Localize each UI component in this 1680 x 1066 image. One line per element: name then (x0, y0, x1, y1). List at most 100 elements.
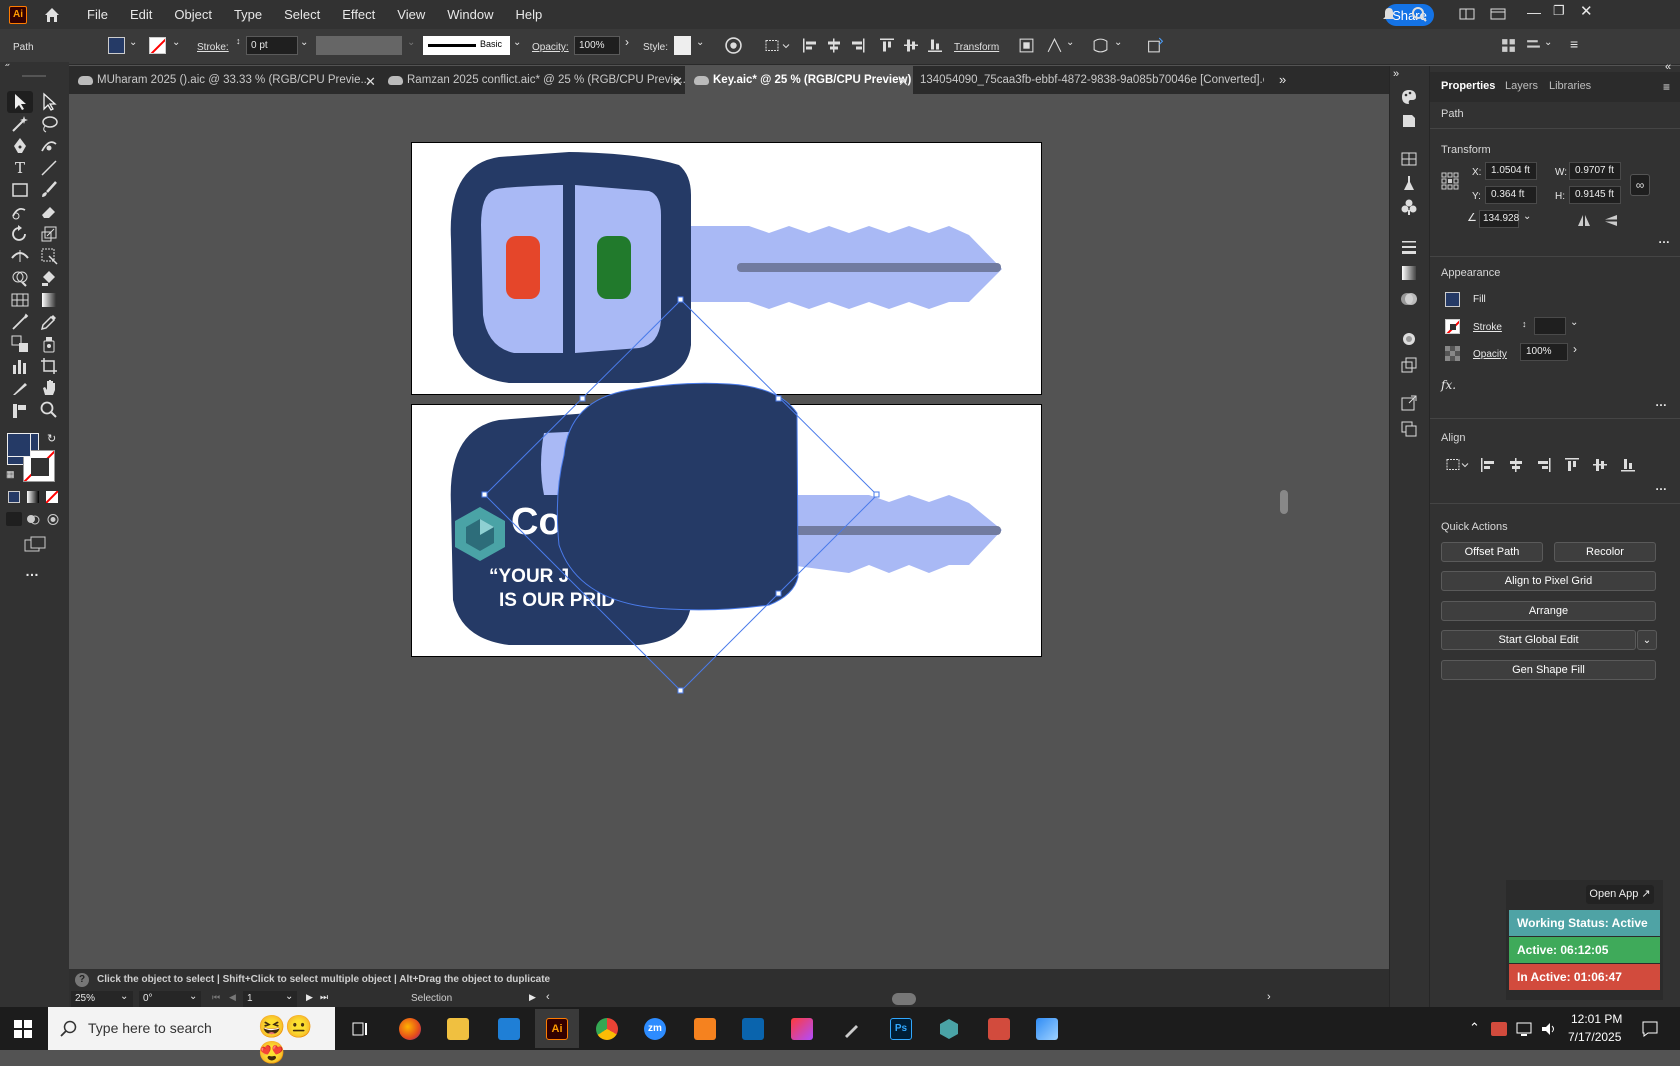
fill-color-front[interactable] (7, 433, 31, 457)
align-to-selection-icon[interactable] (764, 37, 792, 54)
tab-close-icon[interactable]: ✕ (365, 74, 376, 90)
blend-tool-icon[interactable] (10, 334, 30, 354)
color-panel-icon[interactable] (1400, 88, 1418, 106)
panel-align-right-icon[interactable] (1536, 457, 1552, 473)
hex-app-icon[interactable] (938, 1018, 960, 1040)
direct-selection-tool-icon[interactable] (39, 92, 59, 112)
export-icon[interactable] (1400, 394, 1418, 412)
handle-top[interactable] (677, 296, 684, 303)
show-hidden-icons[interactable]: ⌃ (1469, 1020, 1480, 1036)
first-artboard-icon[interactable]: ⏮ (212, 992, 220, 1003)
arrange-documents-icon[interactable] (1490, 6, 1506, 22)
notification-center-icon[interactable] (1641, 1020, 1659, 1038)
style-chevron-icon[interactable]: ⌄ (696, 37, 704, 48)
align-more-icon[interactable]: … (1655, 479, 1667, 493)
tab-properties[interactable]: Properties (1441, 80, 1495, 92)
stroke-panel-icon[interactable] (1400, 238, 1418, 256)
width-tool-icon[interactable] (10, 246, 30, 266)
horizontal-scroll-thumb[interactable] (892, 993, 916, 1005)
tab-close-icon[interactable]: ✕ (898, 74, 909, 90)
stroke-weight-chevron-icon[interactable]: ⌄ (300, 37, 308, 48)
height-input[interactable]: 0.9145 ft (1569, 186, 1621, 204)
stroke-dropdown-chevron-icon[interactable]: ⌄ (172, 37, 180, 48)
align-bottom-icon[interactable] (927, 37, 943, 54)
free-transform-tool-icon[interactable] (39, 246, 59, 266)
handle-bottom-right[interactable] (775, 590, 782, 597)
swap-fill-stroke-icon[interactable]: ↻ (47, 432, 56, 445)
angle-chevron-icon[interactable]: ⌄ (1523, 211, 1531, 222)
lasso-tool-icon[interactable] (39, 114, 59, 134)
help-icon[interactable]: ? (75, 973, 89, 987)
start-global-edit-button[interactable]: Start Global Edit (1441, 630, 1636, 650)
appearance-stroke-chevron-icon[interactable]: ⌄ (1570, 317, 1578, 328)
envelope-distort-icon[interactable] (1092, 37, 1109, 54)
tab-layers[interactable]: Layers (1505, 80, 1538, 92)
align-left-icon[interactable] (802, 37, 818, 54)
perspective-grid-icon[interactable] (10, 290, 30, 310)
clock-time[interactable]: 12:01 PM (1571, 1012, 1622, 1026)
recolor-artwork-icon[interactable] (725, 37, 742, 54)
x-position-input[interactable]: 1.0504 ft (1485, 162, 1537, 180)
puppet-warp-icon[interactable] (1046, 37, 1063, 54)
variable-width-profile[interactable] (316, 36, 402, 55)
rectangle-tool-icon[interactable] (10, 180, 30, 200)
align-right-icon[interactable] (850, 37, 866, 54)
zoom-chevron-icon[interactable]: ⌄ (120, 991, 128, 1002)
offset-path-button[interactable]: Offset Path (1441, 542, 1543, 562)
panel-menu-icon[interactable]: ≡ (1663, 80, 1670, 94)
panel-options-icon[interactable] (1525, 37, 1542, 54)
minimize-button[interactable]: — (1527, 4, 1541, 20)
appearance-fill-swatch[interactable] (1445, 292, 1460, 307)
symbol-sprayer-icon[interactable] (39, 334, 59, 354)
stroke-label[interactable]: Stroke: (197, 42, 229, 53)
symbols-icon[interactable] (1400, 198, 1418, 216)
open-app-button[interactable]: Open App ↗ (1586, 885, 1654, 904)
selected-path-shape[interactable] (556, 382, 799, 611)
align-center-icon[interactable] (826, 37, 842, 54)
eyedropper-tool-icon[interactable] (39, 312, 59, 332)
flip-horizontal-icon[interactable] (1577, 214, 1591, 227)
type-tool-icon[interactable]: T (10, 158, 30, 178)
scroll-right-icon[interactable]: › (1267, 991, 1271, 1003)
snipping-app-icon[interactable] (988, 1018, 1010, 1040)
profile-chevron-icon[interactable]: ⌄ (407, 37, 415, 48)
pen-app-icon[interactable] (842, 1019, 862, 1039)
restore-button[interactable]: ❐ (1553, 3, 1565, 19)
stroke-stepper-icon[interactable]: ↕ (236, 36, 241, 46)
align-middle-icon[interactable] (903, 37, 919, 54)
curvature-tool-icon[interactable] (39, 136, 59, 156)
distort-chevron-icon[interactable]: ⌄ (1114, 37, 1122, 48)
align-to-pixel-grid-button[interactable]: Align to Pixel Grid (1441, 571, 1656, 591)
constrain-proportions-icon[interactable]: ∞ (1630, 174, 1650, 196)
opacity-label[interactable]: Opacity: (532, 42, 569, 53)
appearance-panel-icon[interactable] (1400, 330, 1418, 348)
gradient-tool-icon[interactable] (39, 290, 59, 310)
photoshop-icon[interactable]: Ps (890, 1018, 912, 1040)
appearance-stroke-swatch[interactable] (1445, 319, 1460, 334)
handle-right[interactable] (873, 491, 880, 498)
scroll-left-icon[interactable]: ‹ (546, 991, 550, 1003)
brush-definition[interactable]: Basic (423, 36, 510, 55)
tab-key-active[interactable]: Key.aic* @ 25 % (RGB/CPU Preview) (685, 66, 913, 94)
stroke-link[interactable]: Stroke (1473, 322, 1502, 333)
shaper-tool-icon[interactable] (10, 202, 30, 222)
tab-libraries[interactable]: Libraries (1549, 80, 1591, 92)
artboards-panel-icon[interactable] (1400, 420, 1418, 438)
hand-tool-icon[interactable] (39, 378, 59, 398)
fx-effects-icon[interactable]: fx. (1441, 378, 1456, 392)
graphic-styles-icon[interactable] (1400, 356, 1418, 374)
close-window-button[interactable]: ✕ (1580, 2, 1593, 20)
more-tabs-icon[interactable]: » (1279, 72, 1286, 87)
taskbar-search-box[interactable]: Type here to search 😆😐😍 (48, 1007, 335, 1065)
color-guide-icon[interactable] (1400, 112, 1418, 130)
selection-tool-icon[interactable] (10, 92, 30, 112)
menu-object[interactable]: Object (174, 7, 212, 22)
rotate-view-tool-icon[interactable] (10, 400, 30, 420)
zoom-tool-icon[interactable] (39, 400, 59, 420)
artboard-chevron-icon[interactable]: ⌄ (285, 991, 293, 1002)
illustrator-taskbar-icon[interactable]: Ai (546, 1018, 568, 1040)
canvas[interactable]: Co “YOUR J IS OUR PRID (69, 95, 1369, 913)
workspace-icon[interactable] (1459, 6, 1475, 22)
tab-close-icon[interactable]: ✕ (672, 74, 683, 90)
tab-ramzan[interactable]: Ramzan 2025 conflict.aic* @ 25 % (RGB/CP… (379, 66, 685, 94)
